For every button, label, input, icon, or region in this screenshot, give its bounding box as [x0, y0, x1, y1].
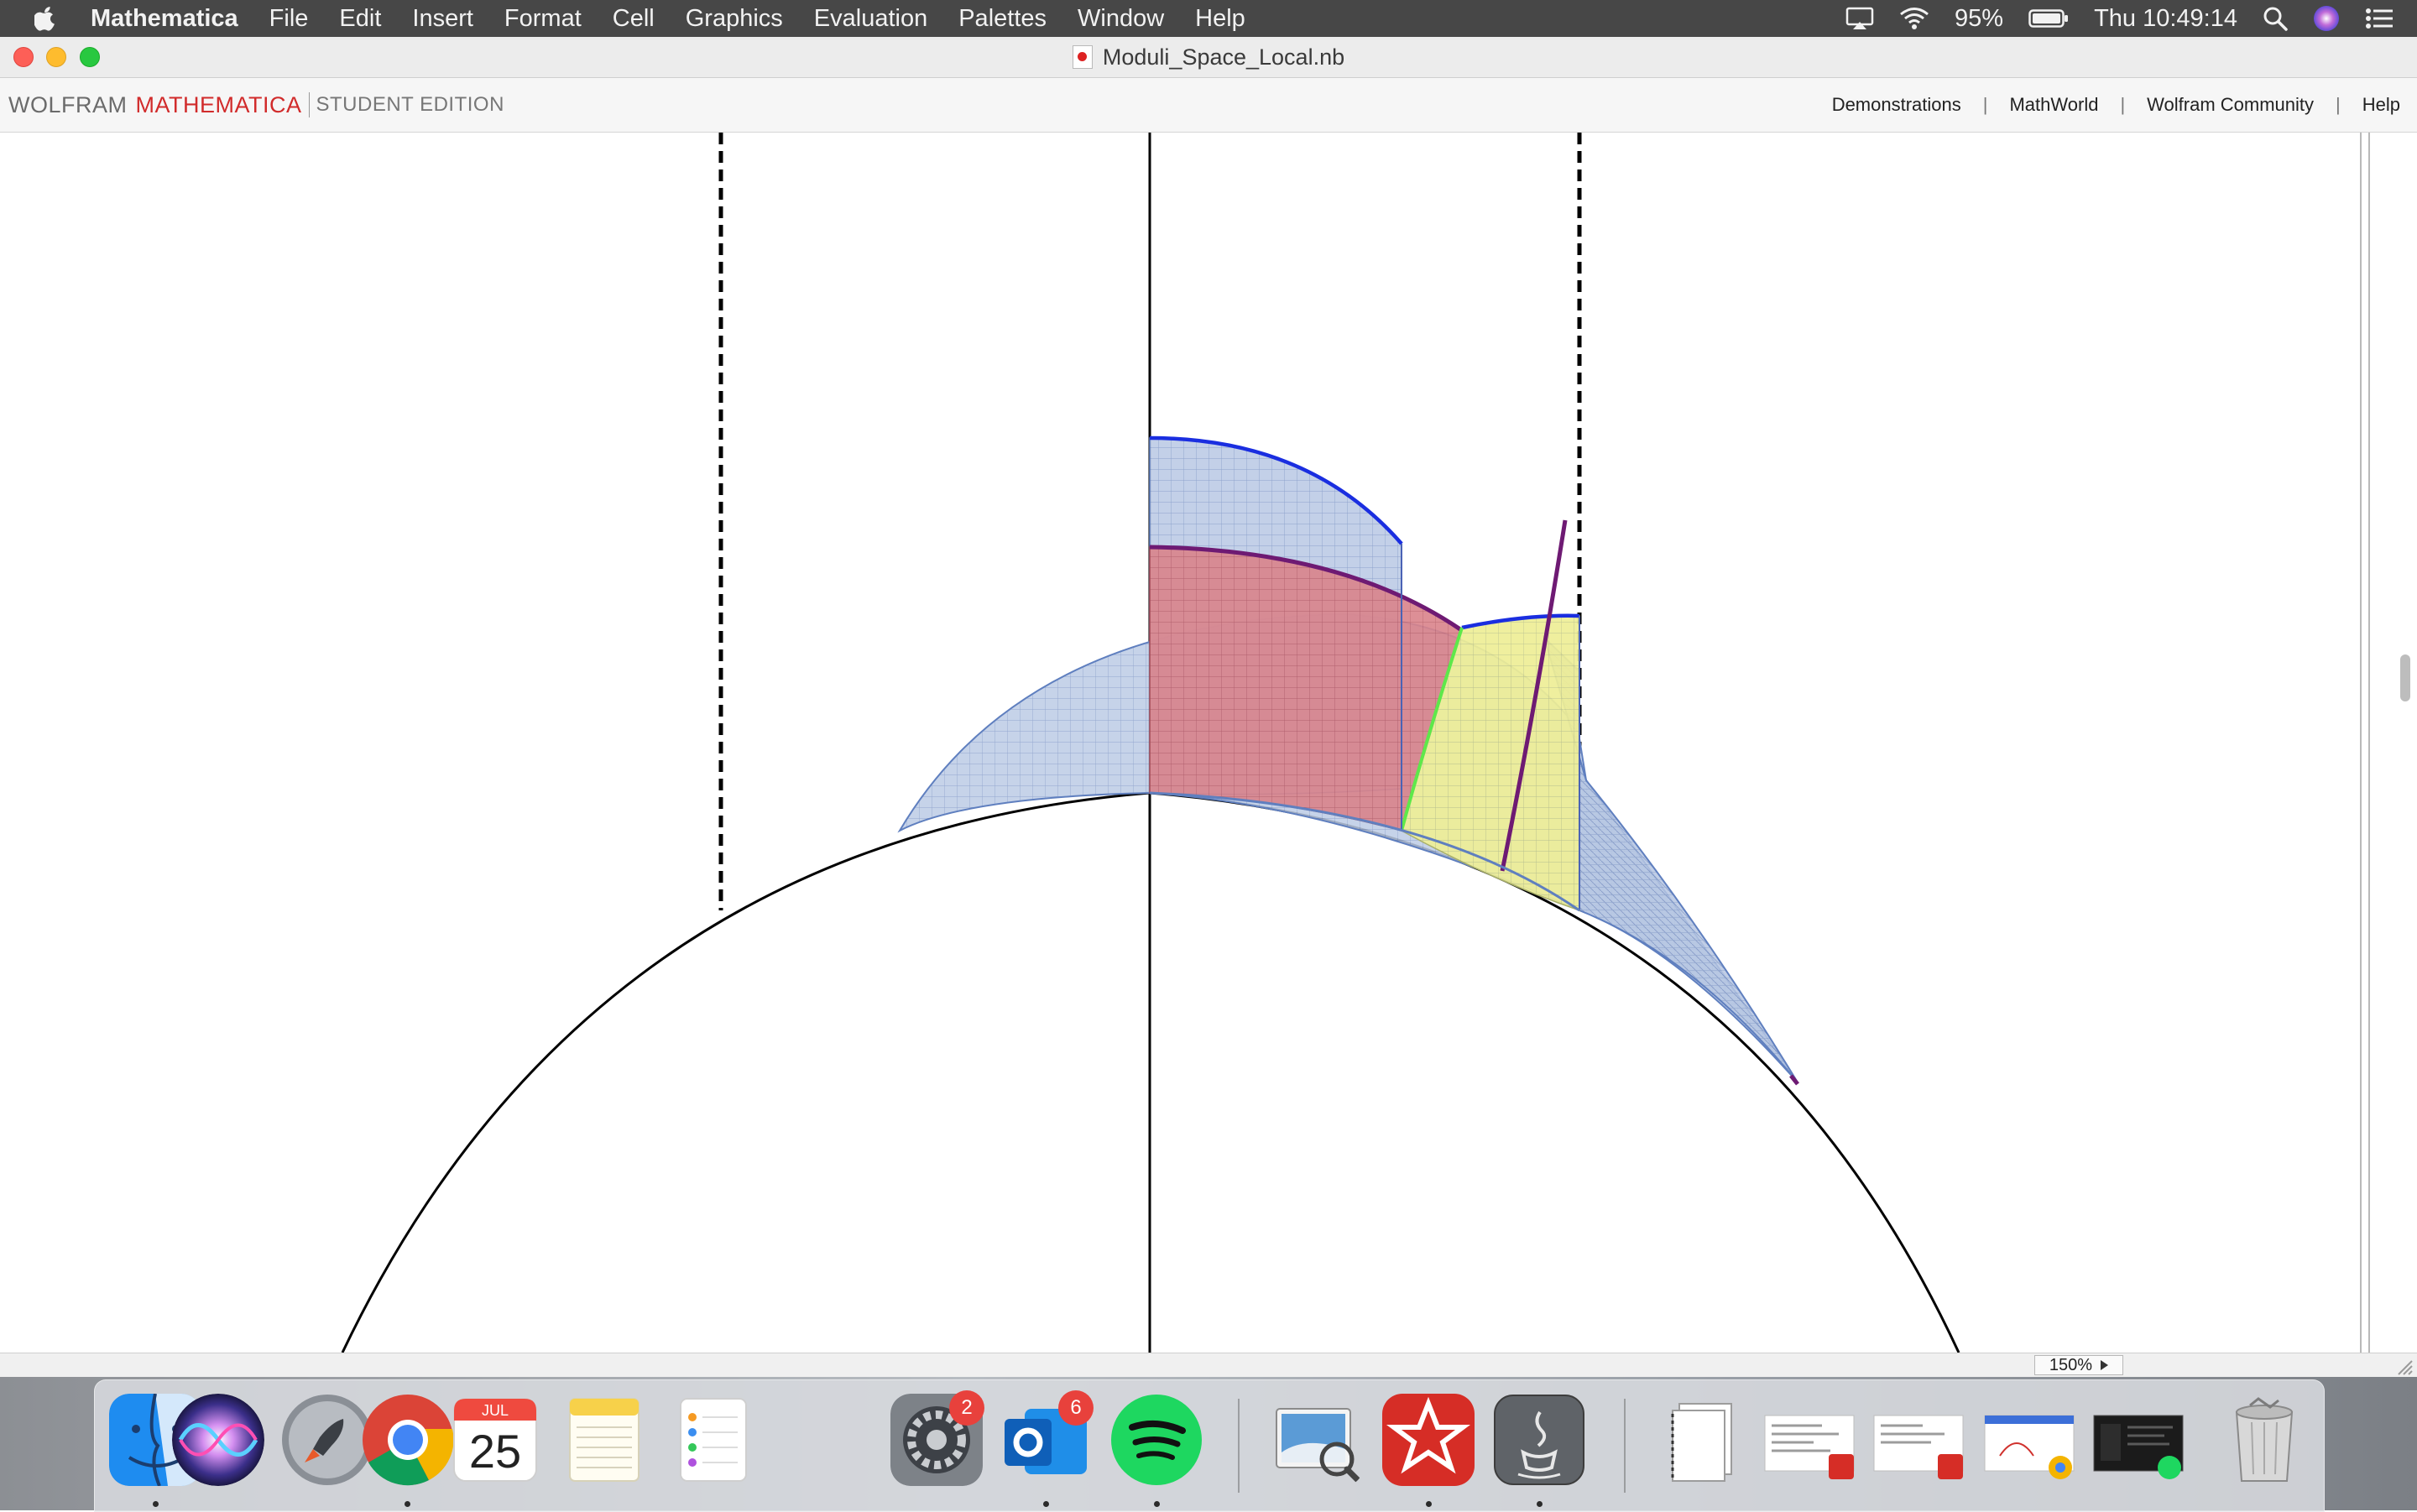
system-preferences-badge: 2: [949, 1390, 984, 1426]
mathematica-running-dot: [1426, 1501, 1432, 1507]
dock: JUL 25 2 6: [94, 1379, 2325, 1512]
notebook-toolbar: WOLFRAM MATHEMATICA STUDENT EDITION Demo…: [0, 78, 2417, 133]
menu-app-name[interactable]: Mathematica: [91, 5, 238, 33]
blue-mesh-wedge: [1542, 634, 1798, 1083]
menu-edit[interactable]: Edit: [339, 5, 381, 33]
menu-insert[interactable]: Insert: [412, 5, 473, 33]
link-mathworld[interactable]: MathWorld: [2009, 94, 2098, 116]
minimized-notebook-thumbnail-2[interactable]: [1872, 1414, 1965, 1481]
brand-wolfram: WOLFRAM: [8, 91, 128, 117]
documents-stack-icon[interactable]: [1661, 1394, 1753, 1486]
toolbar-links: Demonstrations | MathWorld | Wolfram Com…: [1832, 78, 2400, 132]
notebook-document-icon: [1072, 45, 1093, 69]
menu-help[interactable]: Help: [1195, 5, 1245, 33]
menu-window[interactable]: Window: [1078, 5, 1164, 33]
menu-format[interactable]: Format: [504, 5, 582, 33]
brand-edition: STUDENT EDITION: [316, 93, 504, 116]
cell-bracket[interactable]: [2360, 133, 2370, 1353]
minimized-spotify-thumbnail[interactable]: [2092, 1414, 2185, 1481]
airplay-icon[interactable]: [1845, 6, 1874, 31]
link-separator: |: [1982, 94, 1988, 115]
spotlight-search-icon[interactable]: [2263, 6, 2288, 31]
menu-bar: Mathematica File Edit Insert Format Cell…: [0, 0, 2417, 37]
clock[interactable]: Thu 10:49:14: [2094, 5, 2237, 33]
calendar-month: JUL: [481, 1402, 509, 1419]
battery-percent[interactable]: 95%: [1955, 5, 2003, 33]
menu-palettes[interactable]: Palettes: [958, 5, 1047, 33]
siri-icon[interactable]: [2313, 5, 2340, 32]
link-separator: |: [2120, 94, 2126, 115]
reminders-icon[interactable]: [667, 1394, 760, 1486]
chrome-icon[interactable]: [362, 1394, 454, 1486]
chrome-running-dot: [405, 1501, 410, 1507]
spotify-running-dot: [1154, 1501, 1160, 1507]
mathematica-icon[interactable]: [1382, 1394, 1475, 1486]
moduli-space-graphic[interactable]: [0, 133, 2417, 1353]
brand-divider: [308, 92, 310, 117]
vertical-scrollbar-thumb[interactable]: [2400, 654, 2410, 701]
menu-graphics[interactable]: Graphics: [686, 5, 783, 33]
zoom-level: 150%: [2049, 1355, 2093, 1374]
spotify-icon[interactable]: [1110, 1394, 1203, 1486]
zoom-menu[interactable]: 150%: [2034, 1355, 2123, 1375]
calendar-icon[interactable]: JUL 25: [449, 1394, 541, 1486]
calendar-day: 25: [468, 1425, 522, 1478]
outlook-badge: 6: [1058, 1390, 1094, 1426]
wifi-icon[interactable]: [1899, 7, 1929, 30]
window-title-text: Moduli_Space_Local.nb: [1102, 44, 1345, 70]
window-status-bar: 150%: [0, 1353, 2417, 1377]
notes-icon[interactable]: [558, 1394, 650, 1486]
window-title: Moduli_Space_Local.nb: [0, 37, 2417, 77]
minimized-notebook-thumbnail-1[interactable]: [1763, 1414, 1856, 1481]
apple-menu[interactable]: [0, 6, 91, 31]
link-wolfram-community[interactable]: Wolfram Community: [2147, 94, 2314, 116]
apple-icon: [34, 7, 55, 31]
launchpad-icon[interactable]: [281, 1394, 373, 1486]
java-running-dot: [1537, 1501, 1543, 1507]
trash-icon[interactable]: [2218, 1394, 2310, 1486]
minimized-chrome-thumbnail[interactable]: [1983, 1414, 2075, 1481]
brand-mathematica: MATHEMATICA: [135, 91, 302, 117]
wolfram-brand: WOLFRAM MATHEMATICA STUDENT EDITION: [8, 78, 504, 132]
java-icon[interactable]: [1493, 1394, 1585, 1486]
window-title-bar[interactable]: Moduli_Space_Local.nb: [0, 37, 2417, 78]
status-area: 95% Thu 10:49:14: [1845, 0, 2417, 37]
dock-separator: [1238, 1399, 1240, 1493]
menu-file[interactable]: File: [269, 5, 309, 33]
finder-running-dot: [153, 1501, 159, 1507]
link-help[interactable]: Help: [2362, 94, 2400, 116]
resize-grip-icon[interactable]: [2394, 1356, 2414, 1376]
outlook-running-dot: [1043, 1501, 1049, 1507]
purple-endpoint-mark: [1789, 1074, 1799, 1086]
preview-icon[interactable]: [1271, 1394, 1364, 1486]
battery-icon[interactable]: [2028, 8, 2069, 29]
menu-evaluation[interactable]: Evaluation: [814, 5, 927, 33]
siri-app-icon[interactable]: [172, 1394, 264, 1486]
notebook-content[interactable]: [0, 133, 2417, 1353]
zoom-arrow-icon: [2101, 1360, 2109, 1370]
dock-separator: [1624, 1399, 1626, 1493]
link-separator: |: [2336, 94, 2341, 115]
link-demonstrations[interactable]: Demonstrations: [1832, 94, 1961, 116]
notification-center-icon[interactable]: [2365, 8, 2394, 29]
menu-cell[interactable]: Cell: [613, 5, 655, 33]
